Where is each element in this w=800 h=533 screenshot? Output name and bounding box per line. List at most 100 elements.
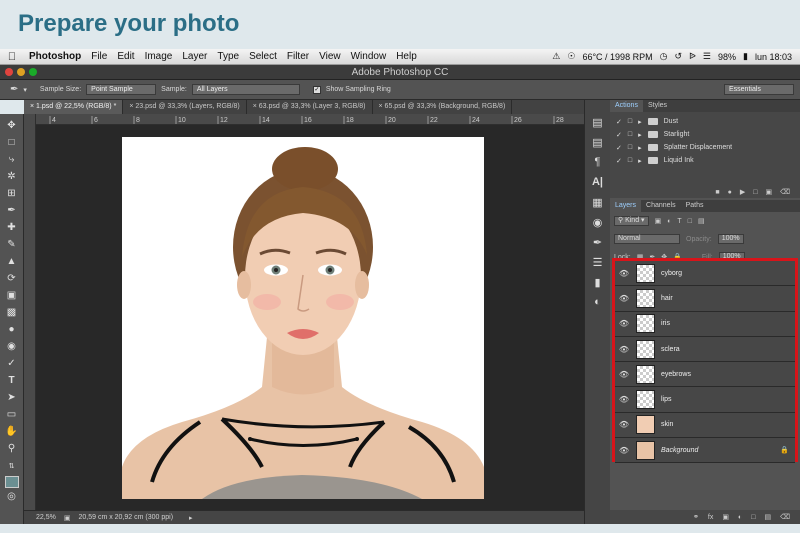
- eye-icon[interactable]: 👁: [615, 294, 633, 303]
- sample-select[interactable]: All Layers: [191, 84, 300, 95]
- expand-icon[interactable]: ▸: [638, 144, 642, 152]
- blend-mode-select[interactable]: Normal: [614, 234, 680, 244]
- pen-tool-icon[interactable]: ✓: [5, 357, 19, 371]
- temperature-readout[interactable]: 66°C / 1998 RPM: [582, 52, 652, 62]
- properties-icon[interactable]: ▤: [590, 134, 606, 150]
- tab-styles[interactable]: Styles: [643, 100, 672, 112]
- notification-icon[interactable]: ⚠: [552, 51, 560, 62]
- swap-colors-icon[interactable]: ⇅: [5, 459, 19, 473]
- filter-smart-icon[interactable]: ▤: [698, 217, 705, 225]
- menu-photoshop[interactable]: Photoshop: [24, 51, 86, 62]
- layer-row-sclera[interactable]: 👁 sclera: [615, 336, 795, 363]
- bluetooth-icon[interactable]: ᐉ: [689, 51, 696, 62]
- layer-row-iris[interactable]: 👁 iris: [615, 311, 795, 337]
- brush-tool-icon[interactable]: ✎: [5, 238, 19, 252]
- tab-doc-23[interactable]: × 23.psd @ 33,3% (Layers, RGB/8): [123, 100, 247, 114]
- menu-file[interactable]: File: [86, 51, 112, 62]
- menu-type[interactable]: Type: [212, 51, 244, 62]
- zoom-level[interactable]: 22,5%: [36, 514, 56, 521]
- quick-mask-icon[interactable]: ◎: [7, 491, 16, 502]
- action-item[interactable]: ✓ □ ▸ Splatter Displacement: [610, 141, 800, 154]
- check-icon[interactable]: ✓: [616, 144, 622, 152]
- toggle-dialog-icon[interactable]: □: [628, 118, 632, 125]
- tab-paths[interactable]: Paths: [681, 200, 709, 212]
- layer-name[interactable]: skin: [661, 421, 673, 428]
- blur-tool-icon[interactable]: ●: [5, 323, 19, 337]
- filter-shape-icon[interactable]: □: [688, 218, 692, 225]
- new-group-icon[interactable]: □: [751, 514, 755, 521]
- expand-icon[interactable]: ▸: [638, 131, 642, 139]
- navigator-icon[interactable]: ◐: [590, 294, 606, 310]
- check-icon[interactable]: ✓: [616, 157, 622, 165]
- layer-row-skin[interactable]: 👁 skin: [615, 412, 795, 439]
- close-window-button[interactable]: [5, 68, 13, 76]
- eye-icon[interactable]: 👁: [615, 345, 633, 354]
- adjustments-icon[interactable]: ☰: [590, 254, 606, 270]
- layer-style-icon[interactable]: fx: [708, 514, 713, 521]
- eye-icon[interactable]: 👁: [615, 420, 633, 429]
- workspace-select[interactable]: Essentials: [724, 84, 794, 95]
- marquee-tool-icon[interactable]: □: [5, 136, 19, 150]
- eye-icon[interactable]: 👁: [615, 370, 633, 379]
- check-icon[interactable]: ✓: [616, 118, 622, 126]
- foreground-color-swatch[interactable]: [4, 476, 19, 488]
- menu-help[interactable]: Help: [391, 51, 422, 62]
- layer-name[interactable]: Background: [661, 447, 698, 454]
- apple-icon[interactable]: : [0, 51, 24, 63]
- eye-icon[interactable]: 👁: [615, 319, 633, 328]
- filter-adjustment-icon[interactable]: ◐: [667, 218, 671, 225]
- link-layers-icon[interactable]: ⚭: [693, 513, 699, 521]
- healing-brush-icon[interactable]: ✚: [5, 221, 19, 235]
- expand-icon[interactable]: ▸: [638, 157, 642, 165]
- layer-row-background[interactable]: 👁 Background 🔒: [615, 438, 795, 464]
- proof-icon[interactable]: ▣: [64, 514, 71, 522]
- sampling-ring-checkbox[interactable]: ✓: [312, 85, 321, 94]
- check-icon[interactable]: ✓: [616, 131, 622, 139]
- menu-image[interactable]: Image: [140, 51, 178, 62]
- menu-view[interactable]: View: [314, 51, 346, 62]
- kind-filter-select[interactable]: ⚲ Kind ▾: [614, 216, 649, 226]
- crop-tool-icon[interactable]: ⊞: [5, 187, 19, 201]
- tab-doc-1[interactable]: × 1.psd @ 22,5% (RGB/8) *: [24, 100, 124, 114]
- action-item[interactable]: ✓ □ ▸ Starlight: [610, 128, 800, 141]
- menu-window[interactable]: Window: [346, 51, 392, 62]
- zoom-window-button[interactable]: [29, 68, 37, 76]
- eyedropper-tool-icon[interactable]: ✒: [10, 84, 18, 95]
- history-icon[interactable]: ▤: [590, 114, 606, 130]
- layer-name[interactable]: eyebrows: [661, 371, 691, 378]
- eye-icon[interactable]: 👁: [615, 269, 633, 278]
- layer-row-lips[interactable]: 👁 lips: [615, 387, 795, 413]
- color-icon[interactable]: ◉: [590, 214, 606, 230]
- action-item[interactable]: ✓ □ ▸ Liquid Ink: [610, 154, 800, 167]
- quick-select-tool-icon[interactable]: ✲: [5, 170, 19, 184]
- eyedropper-icon[interactable]: ✒: [5, 204, 19, 218]
- menubar-clock[interactable]: lun 18:03: [755, 52, 792, 62]
- swatches-icon[interactable]: ▦: [590, 194, 606, 210]
- toggle-dialog-icon[interactable]: □: [628, 131, 632, 138]
- add-mask-icon[interactable]: ▣: [722, 513, 729, 521]
- adjustment-layer-icon[interactable]: ◐: [738, 514, 742, 521]
- brush-presets-icon[interactable]: ✒: [590, 234, 606, 250]
- lasso-tool-icon[interactable]: ⤷: [5, 153, 19, 167]
- delete-action-icon[interactable]: ⌫: [780, 188, 790, 196]
- layer-name[interactable]: sclera: [661, 346, 680, 353]
- menu-edit[interactable]: Edit: [112, 51, 139, 62]
- layer-row-cyborg[interactable]: 👁 cyborg: [615, 261, 795, 287]
- toggle-dialog-icon[interactable]: □: [628, 144, 632, 151]
- expand-icon[interactable]: ▸: [638, 118, 642, 126]
- menu-select[interactable]: Select: [244, 51, 282, 62]
- photo-canvas[interactable]: [122, 137, 484, 499]
- layer-name[interactable]: hair: [661, 295, 673, 302]
- sync-icon[interactable]: ☉: [567, 51, 575, 62]
- layer-row-eyebrows[interactable]: 👁 eyebrows: [615, 362, 795, 388]
- dodge-tool-icon[interactable]: ◉: [5, 340, 19, 354]
- opacity-field[interactable]: 100%: [717, 234, 744, 244]
- stop-icon[interactable]: ■: [715, 189, 719, 196]
- layer-name[interactable]: lips: [661, 396, 672, 403]
- play-icon[interactable]: ▶: [740, 188, 745, 196]
- paragraph-icon[interactable]: ¶: [590, 154, 606, 170]
- eye-icon[interactable]: 👁: [615, 395, 633, 404]
- character-icon[interactable]: A|: [590, 174, 606, 190]
- tab-doc-63[interactable]: × 63.psd @ 33,3% (Layer 3, RGB/8): [247, 100, 373, 114]
- move-tool-icon[interactable]: ✥: [5, 119, 19, 133]
